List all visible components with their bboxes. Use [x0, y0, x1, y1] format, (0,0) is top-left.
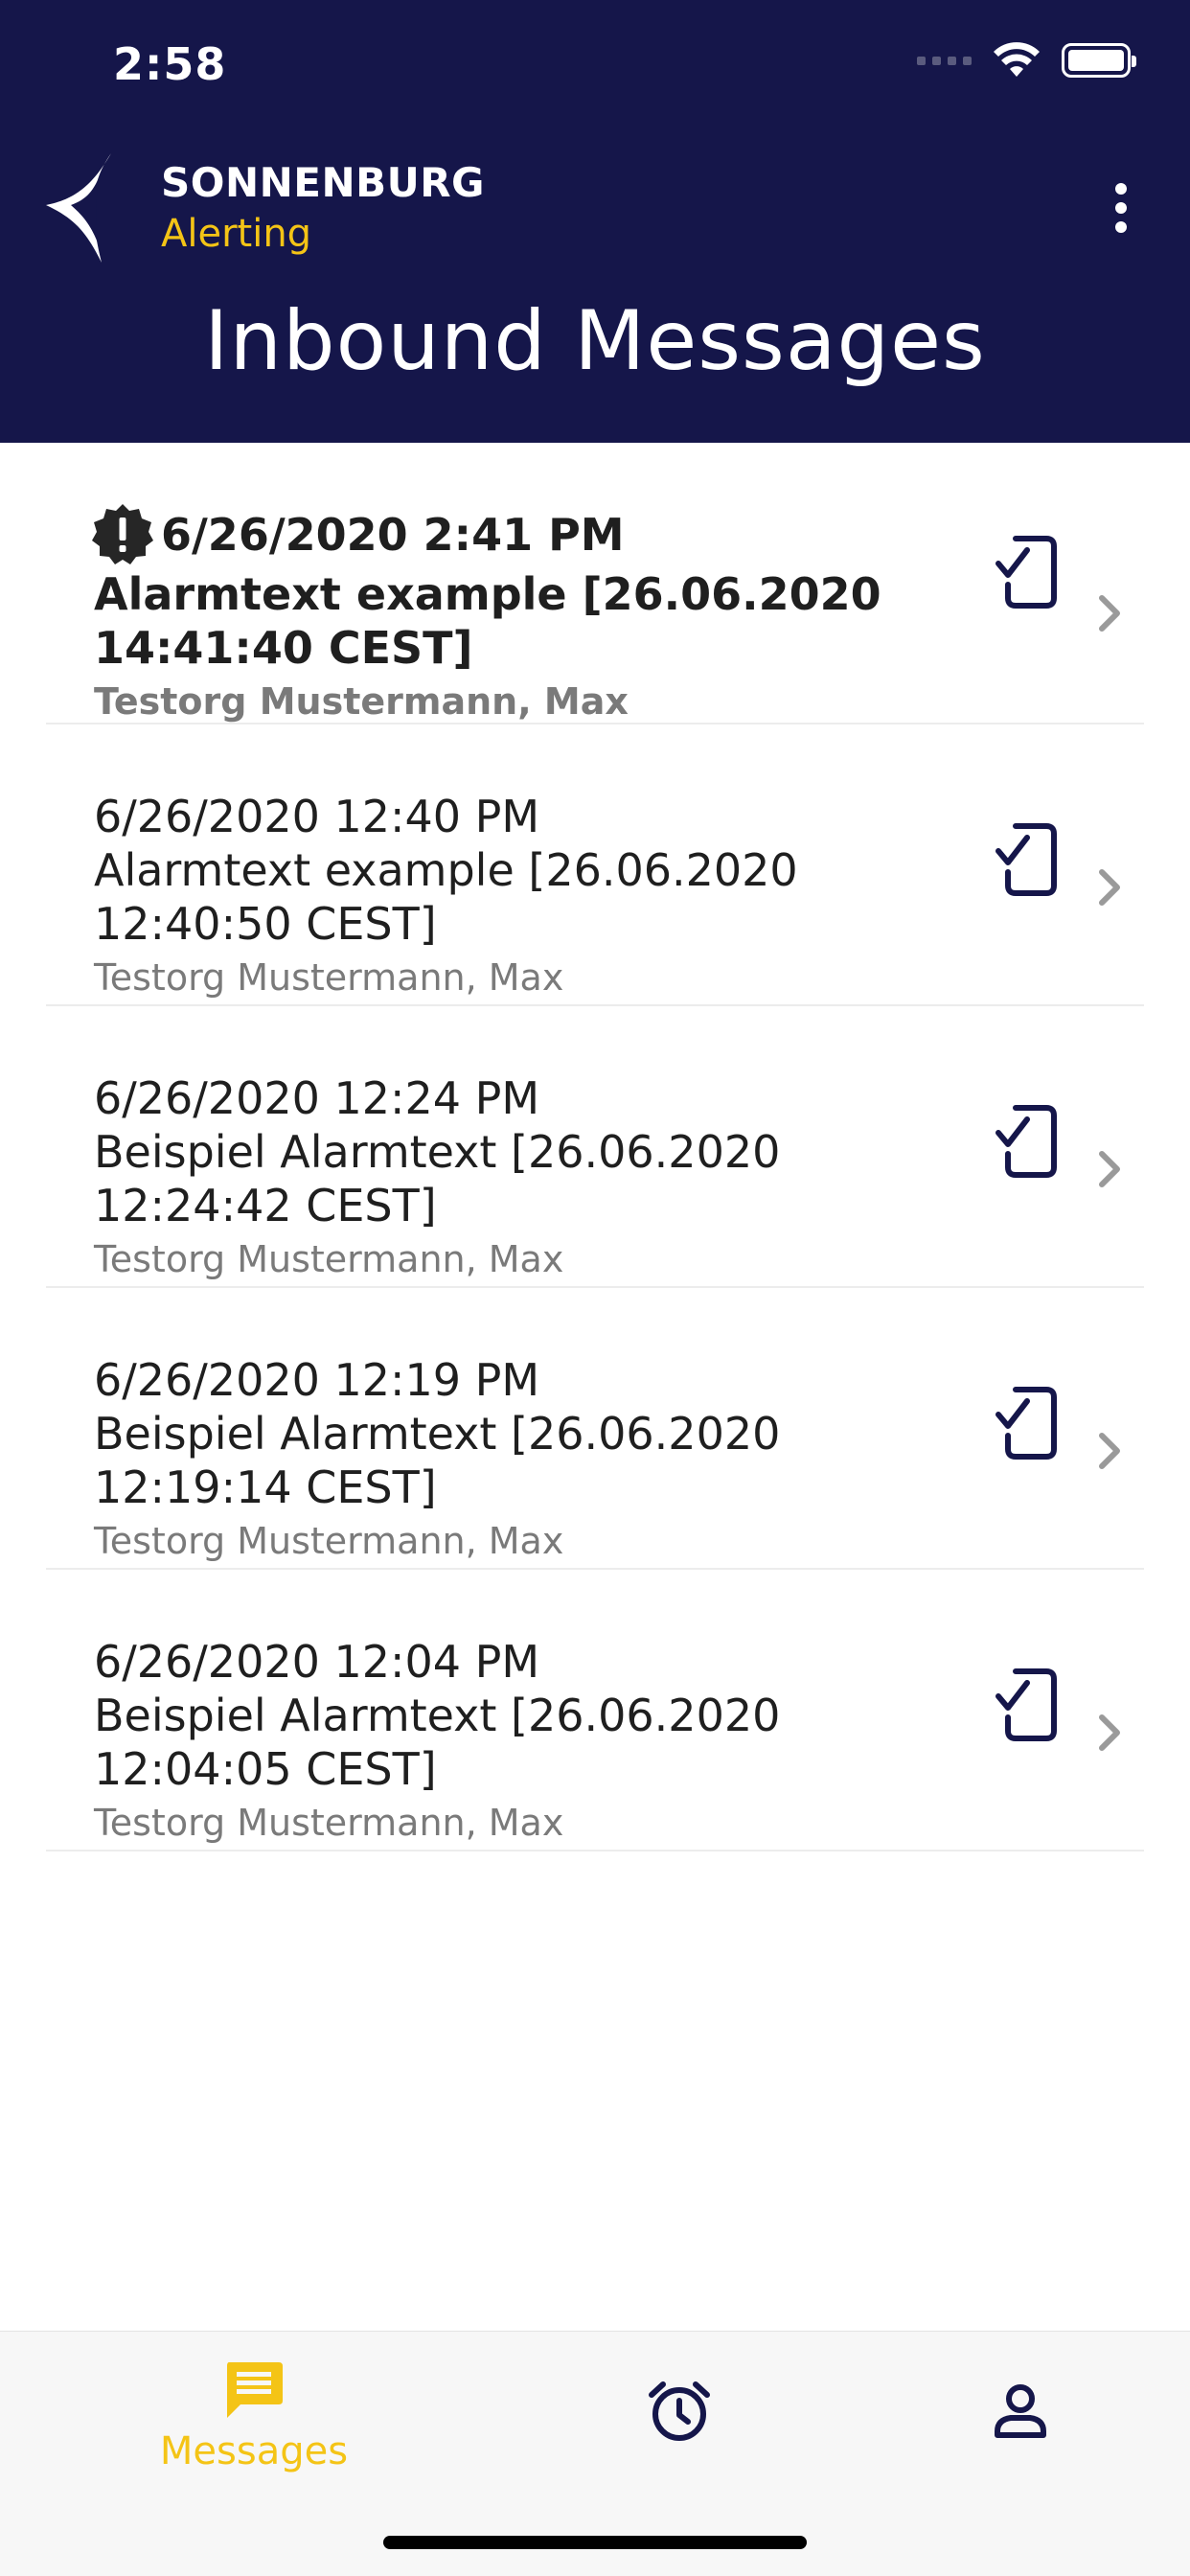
message-title-cont: 14:41:40 CEST] — [94, 622, 473, 674]
message-title: Beispiel Alarmtext [26.06.2020 — [94, 1690, 781, 1741]
chevron-right-icon — [1099, 1433, 1120, 1469]
tab-messages[interactable]: Messages — [155, 2360, 353, 2473]
alarm-clock-icon — [649, 2381, 710, 2441]
message-date: 6/26/2020 12:24 PM — [94, 1072, 540, 1124]
profile-icon — [995, 2384, 1046, 2438]
message-date: 6/26/2020 12:40 PM — [94, 791, 540, 842]
chevron-right-icon — [1099, 869, 1120, 906]
message-title-cont: 12:40:50 CEST] — [94, 898, 437, 950]
message-row[interactable]: 6/26/2020 12:19 PM Beispiel Alarmtext [2… — [46, 1288, 1144, 1570]
battery-icon — [1062, 43, 1136, 78]
brand-name: SONNENBURG — [161, 159, 486, 206]
chevron-right-icon — [1099, 1714, 1120, 1751]
message-title-cont: 12:19:14 CEST] — [94, 1461, 437, 1513]
wifi-icon — [994, 42, 1040, 77]
message-title: Alarmtext example [26.06.2020 — [94, 568, 881, 620]
more-options-button[interactable] — [1094, 178, 1148, 238]
message-row[interactable]: 6/26/2020 12:40 PM Alarmtext example [26… — [46, 724, 1144, 1006]
message-title: Beispiel Alarmtext [26.06.2020 — [94, 1126, 781, 1178]
message-sender: Testorg Mustermann, Max — [94, 1802, 564, 1844]
message-row[interactable]: 6/26/2020 2:41 PM Alarmtext example [26.… — [46, 443, 1144, 724]
message-date: 6/26/2020 12:04 PM — [94, 1636, 540, 1688]
status-time: 2:58 — [113, 38, 227, 90]
message-list: 6/26/2020 2:41 PM Alarmtext example [26.… — [0, 443, 1190, 1852]
phone-check-icon — [995, 1105, 1057, 1178]
phone-check-icon — [995, 1668, 1057, 1741]
phone-check-icon — [995, 536, 1057, 609]
tab-alarms[interactable] — [636, 2380, 722, 2443]
more-vertical-icon — [1115, 183, 1127, 195]
message-date: 6/26/2020 2:41 PM — [161, 509, 625, 561]
message-date: 6/26/2020 12:19 PM — [94, 1354, 540, 1406]
page-title: Inbound Messages — [204, 293, 986, 389]
message-row[interactable]: 6/26/2020 12:24 PM Beispiel Alarmtext [2… — [46, 1006, 1144, 1288]
alert-badge-icon — [92, 504, 153, 564]
sonnenburg-logo-icon — [46, 153, 111, 263]
message-sender: Testorg Mustermann, Max — [94, 1520, 564, 1562]
home-indicator — [383, 2536, 807, 2549]
message-sender: Testorg Mustermann, Max — [94, 680, 629, 723]
message-title: Alarmtext example [26.06.2020 — [94, 844, 798, 896]
message-title-cont: 12:04:05 CEST] — [94, 1743, 437, 1795]
tab-profile[interactable] — [977, 2383, 1064, 2439]
cellular-signal-icon — [917, 56, 972, 65]
app-header: 2:58 SONNENBURG Alerting Inbound Message… — [0, 0, 1190, 443]
phone-check-icon — [995, 1387, 1057, 1460]
message-row[interactable]: 6/26/2020 12:04 PM Beispiel Alarmtext [2… — [46, 1570, 1144, 1852]
message-sender: Testorg Mustermann, Max — [94, 1238, 564, 1280]
phone-check-icon — [995, 823, 1057, 896]
message-icon — [227, 2362, 283, 2418]
message-title: Beispiel Alarmtext [26.06.2020 — [94, 1408, 781, 1460]
message-sender: Testorg Mustermann, Max — [94, 956, 564, 999]
chevron-right-icon — [1099, 595, 1120, 632]
chevron-right-icon — [1099, 1151, 1120, 1187]
status-indicators — [917, 42, 1136, 79]
message-title-cont: 12:24:42 CEST] — [94, 1180, 437, 1231]
brand-subtitle: Alerting — [161, 212, 312, 256]
brand: SONNENBURG Alerting — [42, 151, 485, 264]
tab-messages-label: Messages — [159, 2429, 349, 2473]
